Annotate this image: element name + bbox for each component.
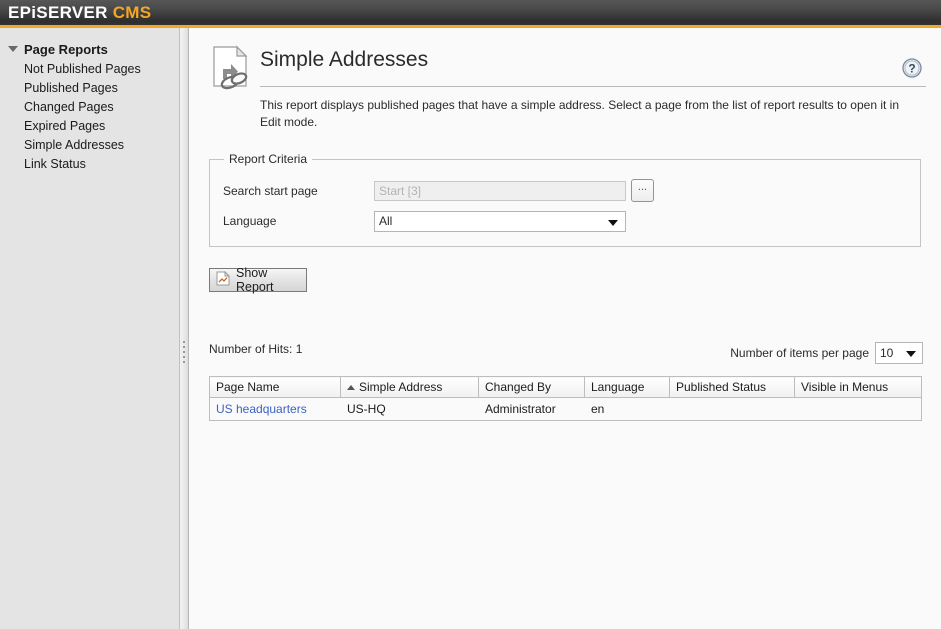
- page-title: Simple Addresses: [260, 48, 429, 71]
- sort-ascending-icon: [347, 385, 355, 391]
- sidebar-group-page-reports: Page Reports Not Published Pages Publish…: [8, 39, 178, 173]
- cell-simple-address: US-HQ: [340, 397, 479, 421]
- report-icon: [216, 270, 231, 289]
- sidebar-group-label: Page Reports: [24, 41, 108, 57]
- column-header-visible-in-menus[interactable]: Visible in Menus: [794, 376, 922, 398]
- splitter-grip-icon: [183, 341, 186, 366]
- app-header-bar: EPiSERVER CMS: [0, 0, 941, 25]
- sidebar-item-published-pages[interactable]: Published Pages: [8, 78, 178, 97]
- show-report-button[interactable]: Show Report: [209, 266, 307, 294]
- column-header-published-status[interactable]: Published Status: [669, 376, 795, 398]
- cell-page-name: US headquarters: [209, 397, 341, 421]
- svg-text:?: ?: [908, 62, 915, 76]
- items-per-page-control: Number of items per page 10: [730, 342, 923, 364]
- column-header-page-name[interactable]: Page Name: [209, 376, 341, 398]
- sidebar: Page Reports Not Published Pages Publish…: [0, 28, 180, 629]
- simple-address-page-icon: [211, 45, 251, 93]
- column-header-changed-by-label: Changed By: [485, 380, 552, 394]
- report-criteria-panel: Report Criteria Search start page Start …: [209, 152, 921, 247]
- column-header-simple-address[interactable]: Simple Address: [340, 376, 479, 398]
- items-per-page-value: 10: [880, 346, 894, 360]
- brand-name-secondary: CMS: [112, 3, 152, 22]
- cell-published-status: [669, 397, 795, 421]
- title-divider: [260, 86, 926, 87]
- chevron-down-icon: [608, 220, 618, 226]
- items-per-page-select[interactable]: 10: [875, 342, 923, 364]
- column-header-language[interactable]: Language: [584, 376, 670, 398]
- main-content: Simple Addresses This report displays pu…: [190, 28, 941, 629]
- show-report-label: Show Report: [236, 266, 274, 294]
- search-start-page-label: Search start page: [223, 184, 318, 198]
- chevron-down-icon: [8, 46, 18, 52]
- number-of-hits: Number of Hits: 1: [209, 342, 303, 356]
- sidebar-item-not-published-pages[interactable]: Not Published Pages: [8, 59, 178, 78]
- column-header-page-name-label: Page Name: [216, 380, 280, 394]
- language-select-value: All: [379, 214, 393, 228]
- table-row: US headquarters US-HQ Administrator en: [209, 397, 922, 421]
- sidebar-item-link-status[interactable]: Link Status: [8, 154, 178, 173]
- table-header-row: Page Name Simple Address Changed By Lang…: [209, 376, 922, 398]
- brand-name-primary: EPiSERVER: [8, 3, 108, 22]
- browse-start-page-button[interactable]: ...: [631, 179, 654, 202]
- field-row-search-start-page: Search start page Start [3] ...: [223, 179, 913, 203]
- field-row-language: Language All: [223, 211, 913, 233]
- column-header-visible-in-menus-label: Visible in Menus: [801, 380, 889, 394]
- report-criteria-legend: Report Criteria: [224, 152, 313, 166]
- app-logo: EPiSERVER CMS: [8, 3, 151, 23]
- language-label: Language: [223, 214, 277, 228]
- page-name-link[interactable]: US headquarters: [216, 402, 307, 416]
- sidebar-item-simple-addresses[interactable]: Simple Addresses: [8, 135, 178, 154]
- page-description: This report displays published pages tha…: [260, 98, 900, 129]
- column-header-language-label: Language: [591, 380, 645, 394]
- cell-language: en: [584, 397, 670, 421]
- sidebar-splitter[interactable]: [180, 28, 189, 629]
- chevron-down-icon: [906, 351, 916, 357]
- sidebar-item-changed-pages[interactable]: Changed Pages: [8, 97, 178, 116]
- sidebar-item-expired-pages[interactable]: Expired Pages: [8, 116, 178, 135]
- cell-visible-in-menus: [794, 397, 922, 421]
- column-header-changed-by[interactable]: Changed By: [478, 376, 585, 398]
- search-start-page-input[interactable]: Start [3]: [374, 181, 626, 201]
- items-per-page-label: Number of items per page: [730, 346, 869, 360]
- language-select[interactable]: All: [374, 211, 626, 232]
- sidebar-group-header[interactable]: Page Reports: [8, 39, 178, 59]
- column-header-published-status-label: Published Status: [676, 380, 767, 394]
- help-icon[interactable]: ?: [902, 58, 922, 78]
- cell-changed-by: Administrator: [478, 397, 585, 421]
- column-header-simple-address-label: Simple Address: [359, 380, 443, 394]
- report-results-table: Page Name Simple Address Changed By Lang…: [209, 376, 922, 421]
